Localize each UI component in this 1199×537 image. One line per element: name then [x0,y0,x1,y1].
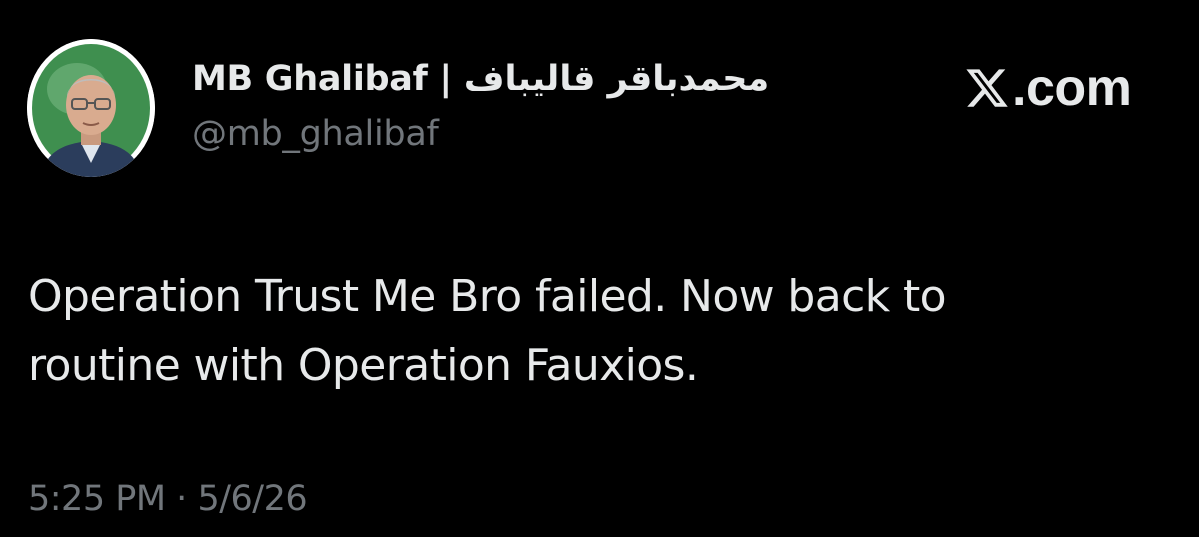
name-row: MB Ghalibaf | محمدباقر قالیباف [192,54,769,104]
brand-watermark: .com [964,59,1132,117]
avatar[interactable] [27,39,155,177]
brand-domain: .com [1012,59,1132,117]
tweet-meta: 5:25 PM · 5/6/26 [28,479,308,519]
tweet-text: Operation Trust Me Bro failed. Now back … [28,271,947,391]
tweet-date[interactable]: 5/6/26 [197,479,307,519]
tweet-card: MB Ghalibaf | محمدباقر قالیباف @mb_ghali… [0,0,1199,537]
meta-separator: · [176,479,187,519]
x-logo-icon [964,65,1010,111]
user-handle[interactable]: @mb_ghalibaf [192,114,439,154]
profile-photo-icon [27,39,155,177]
tweet-time[interactable]: 5:25 PM [28,479,166,519]
display-name[interactable]: MB Ghalibaf | محمدباقر قالیباف [192,59,769,99]
